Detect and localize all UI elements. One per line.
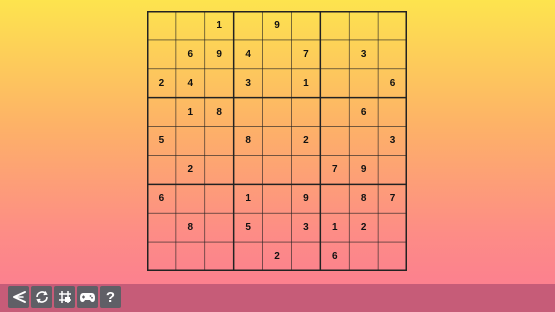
sudoku-cell-r7c6[interactable]: 9 [291,184,320,213]
sudoku-cell-r2c9[interactable] [378,40,407,69]
sudoku-cell-r2c4[interactable]: 4 [234,40,263,69]
sudoku-cell-r8c6[interactable]: 3 [291,213,320,242]
sudoku-cell-r8c1[interactable] [147,213,176,242]
sudoku-cell-r3c2[interactable]: 4 [176,69,205,98]
sudoku-cell-r9c1[interactable] [147,242,176,271]
sudoku-cell-r3c1[interactable]: 2 [147,69,176,98]
sudoku-board: 1969473243161865823279619878531226 [147,11,407,271]
sudoku-cell-r5c5[interactable] [263,127,292,156]
bottom-toolbar: ? [0,284,555,312]
sudoku-cell-r1c5[interactable]: 9 [263,11,292,40]
help-button[interactable]: ? [100,286,121,308]
sudoku-cell-r8c2[interactable]: 8 [176,213,205,242]
sudoku-cell-r5c6[interactable]: 2 [291,127,320,156]
gamepad-icon [80,293,95,302]
sudoku-cell-r6c7[interactable]: 7 [320,155,349,184]
sudoku-cell-r5c1[interactable]: 5 [147,127,176,156]
sudoku-cell-r3c7[interactable] [320,69,349,98]
sudoku-cell-r4c3[interactable]: 8 [205,98,234,127]
sudoku-cell-r8c4[interactable]: 5 [234,213,263,242]
sudoku-cell-r3c3[interactable] [205,69,234,98]
sudoku-cell-r9c8[interactable] [349,242,378,271]
sudoku-cell-r7c3[interactable] [205,184,234,213]
sudoku-cell-r1c6[interactable] [291,11,320,40]
games-button[interactable] [77,286,98,308]
sudoku-cell-r3c6[interactable]: 1 [291,69,320,98]
help-icon: ? [105,288,116,306]
sudoku-cell-r4c8[interactable]: 6 [349,98,378,127]
sudoku-cell-r4c9[interactable] [378,98,407,127]
sudoku-cell-r5c9[interactable]: 3 [378,127,407,156]
sudoku-cell-r5c3[interactable] [205,127,234,156]
sudoku-cell-r3c5[interactable] [263,69,292,98]
sudoku-cell-r3c4[interactable]: 3 [234,69,263,98]
sudoku-cell-r7c1[interactable]: 6 [147,184,176,213]
sudoku-cell-r2c3[interactable]: 9 [205,40,234,69]
sudoku-cell-r2c5[interactable] [263,40,292,69]
sudoku-cell-r9c9[interactable] [378,242,407,271]
sudoku-cell-r1c4[interactable] [234,11,263,40]
sudoku-cell-r1c3[interactable]: 1 [205,11,234,40]
sudoku-cell-r8c8[interactable]: 2 [349,213,378,242]
sudoku-cell-r4c6[interactable] [291,98,320,127]
sudoku-cell-r2c1[interactable] [147,40,176,69]
sudoku-cell-r2c6[interactable]: 7 [291,40,320,69]
sudoku-cell-r4c2[interactable]: 1 [176,98,205,127]
sudoku-cell-r6c8[interactable]: 9 [349,155,378,184]
grid-icon [58,291,71,303]
sudoku-cell-r2c8[interactable]: 3 [349,40,378,69]
sudoku-cell-r9c5[interactable]: 2 [263,242,292,271]
sudoku-cell-r1c8[interactable] [349,11,378,40]
sudoku-cell-r9c7[interactable]: 6 [320,242,349,271]
sudoku-cell-r7c5[interactable] [263,184,292,213]
sudoku-cell-r9c4[interactable] [234,242,263,271]
back-icon [12,291,26,303]
sudoku-cell-r6c1[interactable] [147,155,176,184]
sudoku-cell-r7c9[interactable]: 7 [378,184,407,213]
sudoku-cell-r1c9[interactable] [378,11,407,40]
sudoku-cell-r1c7[interactable] [320,11,349,40]
sudoku-cell-r8c7[interactable]: 1 [320,213,349,242]
select-game-button[interactable] [54,286,75,308]
sudoku-cell-r9c2[interactable] [176,242,205,271]
sudoku-cell-r4c7[interactable] [320,98,349,127]
sudoku-cell-r7c2[interactable] [176,184,205,213]
sudoku-cell-r8c5[interactable] [263,213,292,242]
sudoku-cell-r1c2[interactable] [176,11,205,40]
sudoku-cell-r6c5[interactable] [263,155,292,184]
sudoku-cell-r7c7[interactable] [320,184,349,213]
sudoku-cell-r8c3[interactable] [205,213,234,242]
sudoku-cell-r6c9[interactable] [378,155,407,184]
sudoku-cell-r5c8[interactable] [349,127,378,156]
sudoku-cell-r6c3[interactable] [205,155,234,184]
restart-icon [35,291,48,303]
sudoku-cell-r2c2[interactable]: 6 [176,40,205,69]
sudoku-cell-r4c5[interactable] [263,98,292,127]
sudoku-cell-r6c4[interactable] [234,155,263,184]
sudoku-cell-r3c8[interactable] [349,69,378,98]
sudoku-cell-r4c4[interactable] [234,98,263,127]
sudoku-cell-r1c1[interactable] [147,11,176,40]
sudoku-cell-r5c7[interactable] [320,127,349,156]
sudoku-cell-r4c1[interactable] [147,98,176,127]
sudoku-cell-r5c4[interactable]: 8 [234,127,263,156]
sudoku-cell-r8c9[interactable] [378,213,407,242]
back-button[interactable] [8,286,29,308]
sudoku-cell-r6c6[interactable] [291,155,320,184]
sudoku-cell-r7c8[interactable]: 8 [349,184,378,213]
sudoku-cell-r3c9[interactable]: 6 [378,69,407,98]
sudoku-cell-r7c4[interactable]: 1 [234,184,263,213]
sudoku-cell-r9c3[interactable] [205,242,234,271]
sudoku-cell-r6c2[interactable]: 2 [176,155,205,184]
sudoku-cell-r5c2[interactable] [176,127,205,156]
sudoku-cell-r2c7[interactable] [320,40,349,69]
sudoku-cell-r9c6[interactable] [291,242,320,271]
restart-button[interactable] [31,286,52,308]
